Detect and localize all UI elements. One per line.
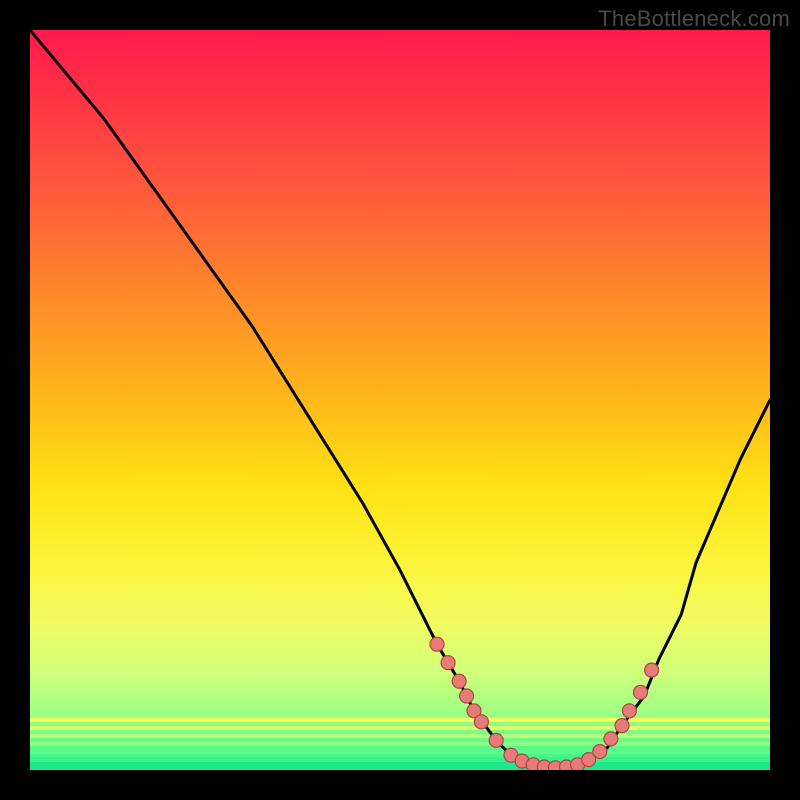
bottleneck-curve [30,30,770,770]
data-point [622,704,636,718]
data-point [593,745,607,759]
data-point [645,663,659,677]
watermark-text: TheBottleneck.com [598,6,790,32]
plot-area [30,30,770,770]
data-point [489,733,503,747]
data-point [452,674,466,688]
data-point [441,656,455,670]
data-point [460,689,474,703]
data-point [615,719,629,733]
data-point [634,685,648,699]
data-point [604,732,618,746]
data-point [474,715,488,729]
data-markers [430,637,659,770]
data-point [430,637,444,651]
chart-svg [30,30,770,770]
